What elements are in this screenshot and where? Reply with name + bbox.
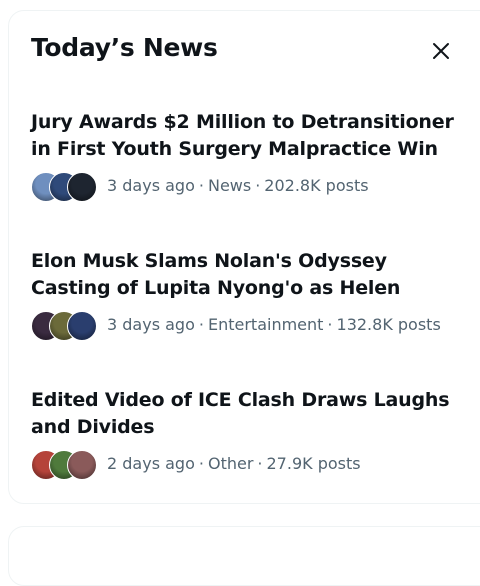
close-button[interactable] xyxy=(423,33,459,69)
story-category: Other xyxy=(207,454,254,473)
story-headline: Edited Video of ICE Clash Draws Laughs a… xyxy=(31,389,450,438)
next-panel xyxy=(8,526,480,586)
avatar xyxy=(67,311,97,341)
news-story[interactable]: Elon Musk Slams Nolan's Odyssey Casting … xyxy=(31,248,471,342)
panel-title: Today’s News xyxy=(31,33,218,62)
todays-news-panel: Today’s News Jury Awards $2 Million to D… xyxy=(8,10,480,504)
story-post-count: 202.8K posts xyxy=(264,176,369,195)
story-post-count: 27.9K posts xyxy=(266,454,361,473)
story-time: 2 days ago xyxy=(107,454,195,473)
story-time: 3 days ago xyxy=(107,176,195,195)
avatar-stack xyxy=(31,310,99,342)
avatar-stack xyxy=(31,171,99,203)
news-story[interactable]: Jury Awards $2 Million to Detransitioner… xyxy=(31,109,471,203)
story-meta: 2 days ago · Other · 27.9K posts xyxy=(31,449,471,481)
story-meta-text: 3 days ago · Entertainment · 132.8K posts xyxy=(107,315,441,334)
avatar-stack xyxy=(31,449,99,481)
story-headline: Jury Awards $2 Million to Detransitioner… xyxy=(31,111,454,160)
news-story[interactable]: Edited Video of ICE Clash Draws Laughs a… xyxy=(31,387,471,481)
close-icon xyxy=(433,43,449,59)
story-headline: Elon Musk Slams Nolan's Odyssey Casting … xyxy=(31,250,401,299)
story-meta: 3 days ago · Entertainment · 132.8K posts xyxy=(31,310,471,342)
story-time: 3 days ago xyxy=(107,315,195,334)
story-meta-text: 2 days ago · Other · 27.9K posts xyxy=(107,454,361,473)
avatar xyxy=(67,172,97,202)
story-meta: 3 days ago · News · 202.8K posts xyxy=(31,171,471,203)
story-post-count: 132.8K posts xyxy=(336,315,441,334)
story-category: News xyxy=(207,176,252,195)
story-category: Entertainment xyxy=(207,315,324,334)
avatar xyxy=(67,450,97,480)
story-meta-text: 3 days ago · News · 202.8K posts xyxy=(107,176,369,195)
